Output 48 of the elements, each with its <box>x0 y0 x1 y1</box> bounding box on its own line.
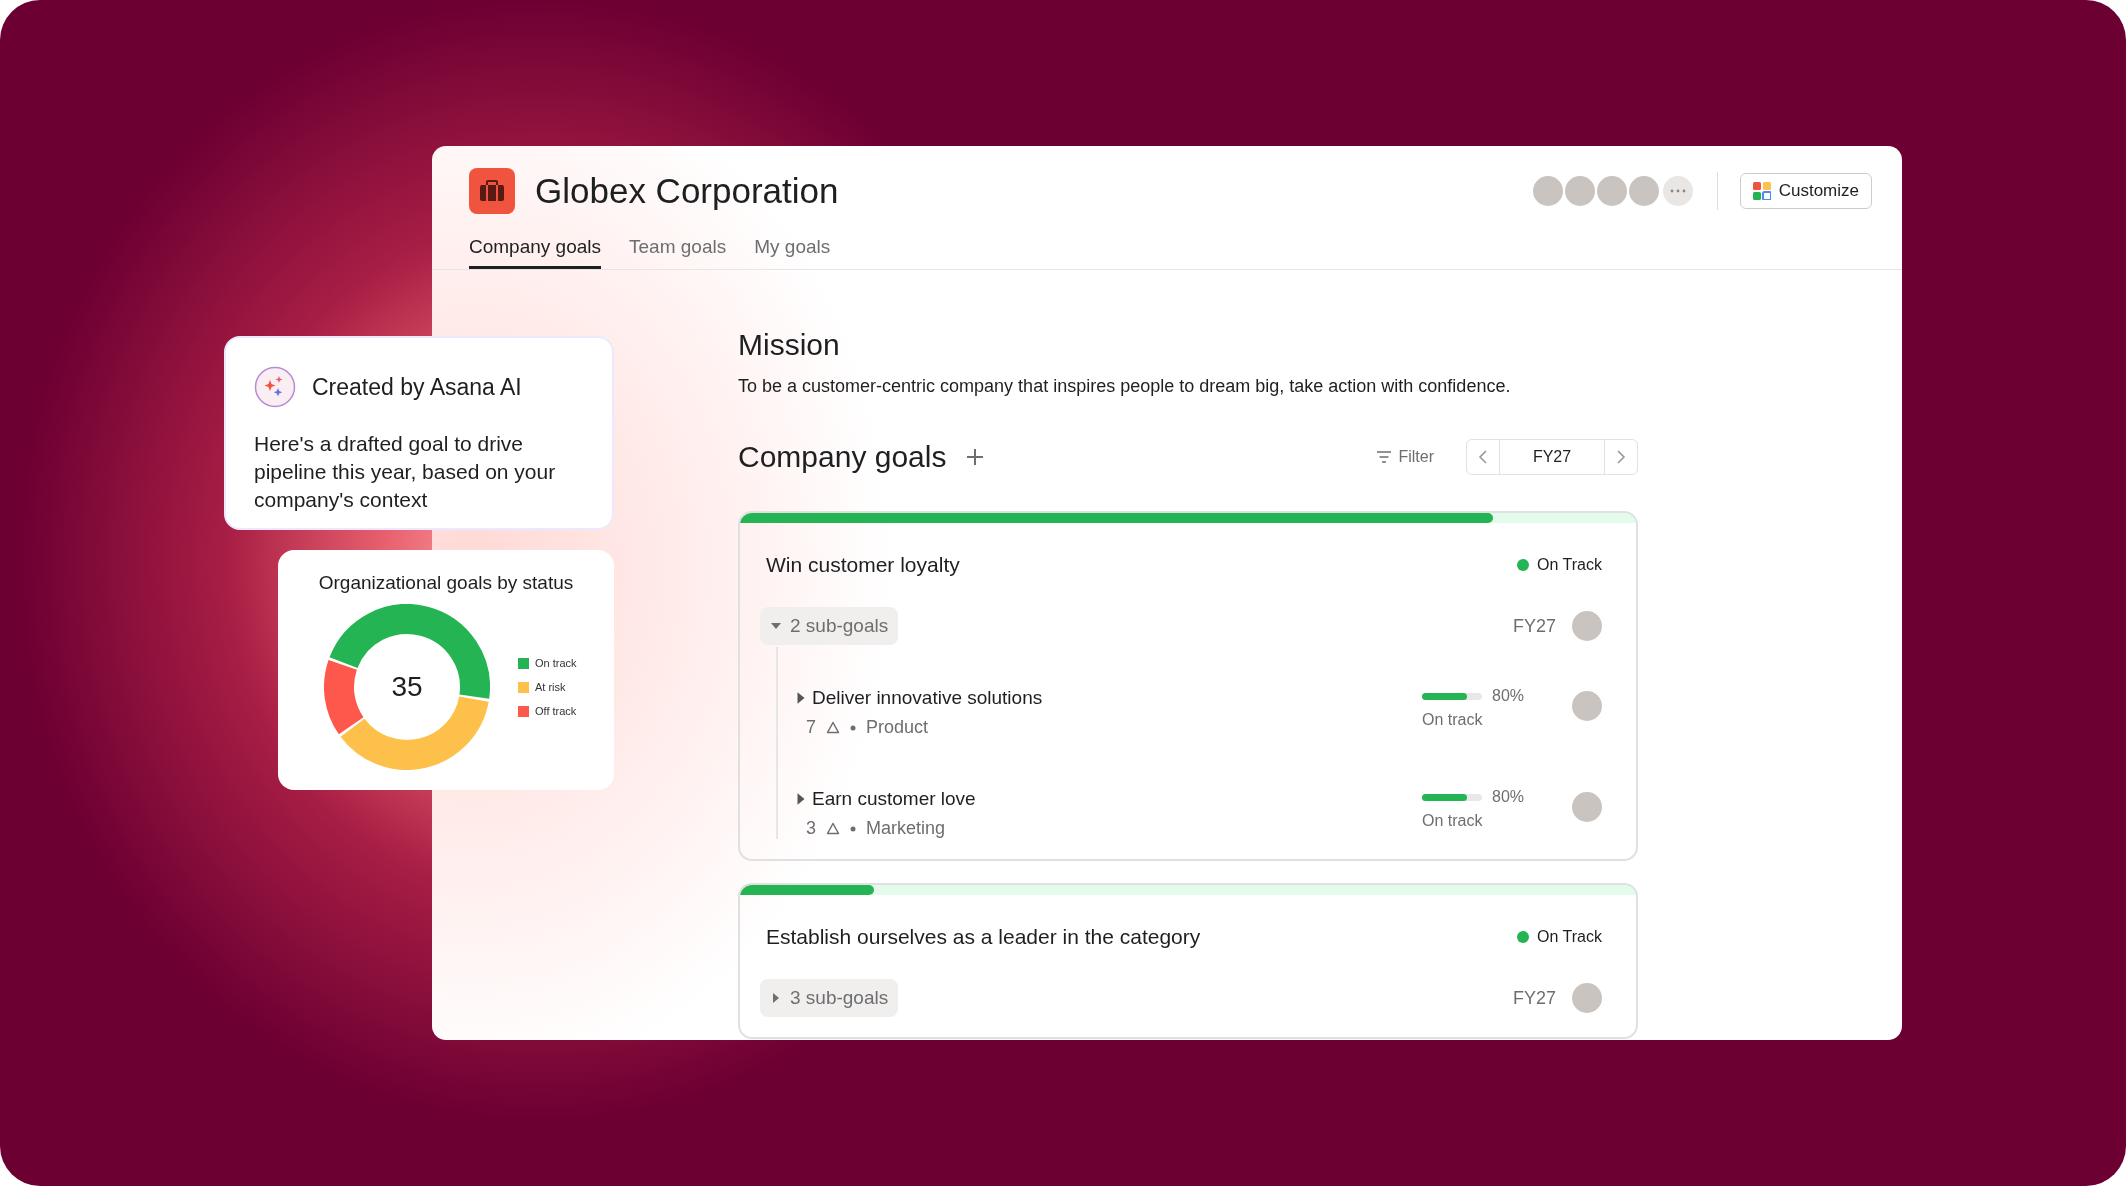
subgoals-toggle[interactable]: 2 sub-goals <box>760 607 899 645</box>
goal-title[interactable]: Win customer loyalty <box>766 553 1518 577</box>
goal-title[interactable]: Establish ourselves as a leader in the category <box>766 925 1518 949</box>
subgoal-title[interactable]: Earn customer love <box>812 788 976 810</box>
legend-label: On track <box>535 657 577 669</box>
filter-icon <box>1376 451 1393 463</box>
subgoal-count: 7 <box>806 717 816 738</box>
mission-heading: Mission <box>738 328 841 362</box>
bullet-icon <box>850 724 856 731</box>
sparkle-icon <box>254 366 296 408</box>
period-label: FY27 <box>1499 440 1605 474</box>
goal-period: FY27 <box>1512 615 1556 637</box>
triangle-icon <box>826 721 840 734</box>
plus-icon[interactable] <box>966 448 985 466</box>
grid-icon <box>1752 182 1771 200</box>
filter-button[interactable]: Filter <box>1370 447 1440 467</box>
legend-label: Off track <box>535 705 577 717</box>
tab[interactable]: Company goals <box>469 236 602 269</box>
progress-status: On track <box>1422 711 1484 729</box>
subgoals-toggle[interactable]: 3 sub-goals <box>760 979 899 1017</box>
customize-button[interactable]: Customize <box>1739 173 1872 209</box>
subgoal-title[interactable]: Deliver innovative solutions <box>812 687 1043 709</box>
chart-title: Organizational goals by status <box>317 572 575 594</box>
subgoal-team: Product <box>866 717 929 738</box>
avatar <box>1572 792 1602 822</box>
status-label: On Track <box>1537 928 1602 946</box>
legend-label: At risk <box>535 681 566 693</box>
briefcase-icon <box>469 168 515 214</box>
bullet-icon <box>850 825 856 832</box>
avatar <box>1572 983 1602 1013</box>
chart-total: 35 <box>391 671 423 703</box>
progress-status: On track <box>1422 812 1484 830</box>
mission-text: To be a customer-centric company that inspires people to dream big, take action with confidence. <box>738 376 1512 397</box>
section-heading: Company goals <box>738 440 947 474</box>
triangle-icon <box>826 822 840 835</box>
avatar <box>1572 691 1602 721</box>
tab[interactable]: Team goals <box>629 236 727 269</box>
tab[interactable]: My goals <box>754 236 831 269</box>
avatar <box>1572 611 1602 641</box>
workspace-title: Globex Corporation <box>535 171 840 211</box>
subgoal-count: 3 <box>806 818 816 839</box>
ai-card-title: Created by Asana AI <box>312 373 522 401</box>
progress-percent: 80% <box>1492 788 1525 806</box>
subgoal-team: Marketing <box>866 818 946 839</box>
goal-period: FY27 <box>1512 987 1556 1009</box>
progress-percent: 80% <box>1492 687 1525 705</box>
status-label: On Track <box>1537 556 1602 574</box>
ai-card-text: Here's a drafted goal to drive pipeline this year, based on your company's context <box>254 431 557 513</box>
